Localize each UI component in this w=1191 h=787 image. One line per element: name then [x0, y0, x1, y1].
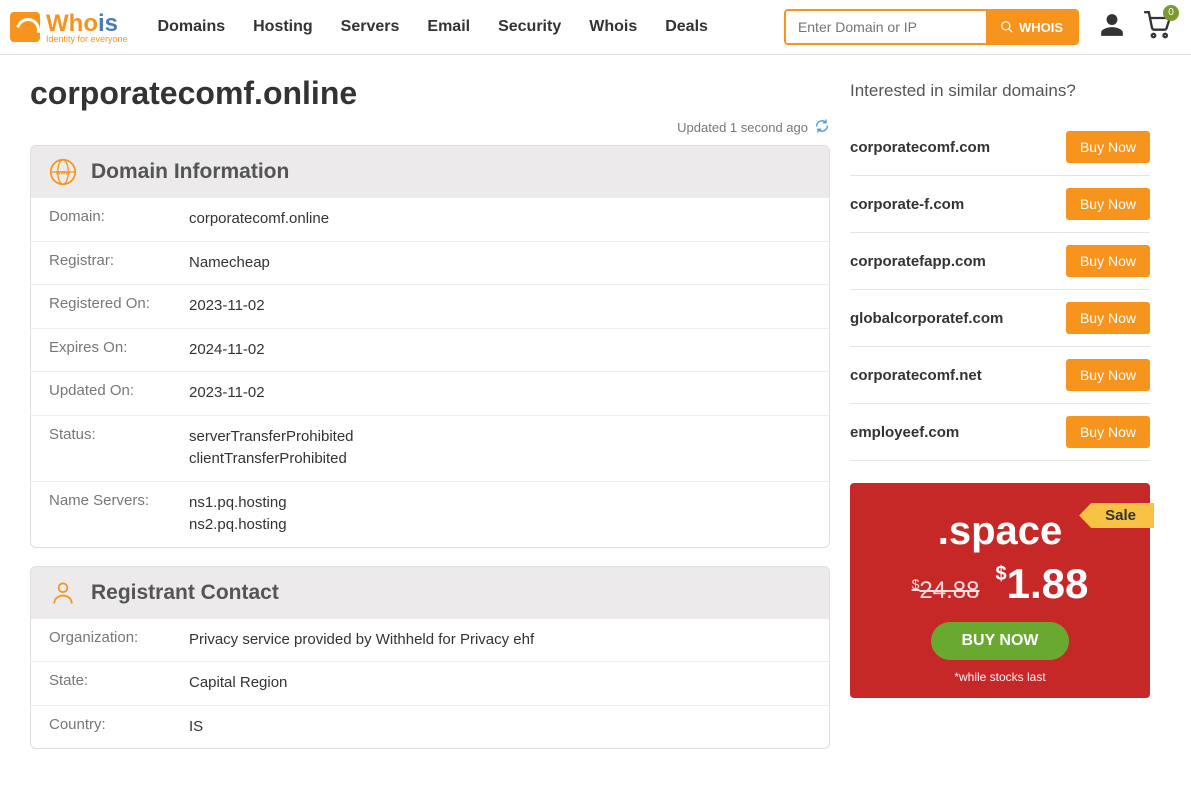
- info-label: Organization:: [49, 629, 189, 652]
- updated-text: Updated 1 second ago: [677, 120, 808, 135]
- nav-deals[interactable]: Deals: [665, 18, 708, 36]
- logo-text: Whois: [46, 10, 118, 37]
- info-row: Updated On:2023-11-02: [31, 371, 829, 415]
- info-label: State:: [49, 672, 189, 695]
- svg-text:www: www: [55, 170, 71, 177]
- promo-box: Sale .space $24.88 $1.88 BUY NOW *while …: [850, 483, 1150, 698]
- search-bar: WHOIS 0: [784, 9, 1181, 45]
- promo-new-price: $1.88: [995, 560, 1088, 608]
- domain-info-title: Domain Information: [91, 160, 289, 184]
- info-row: Registered On:2023-11-02: [31, 284, 829, 328]
- nav-email[interactable]: Email: [427, 18, 470, 36]
- info-value: corporatecomf.online: [189, 208, 811, 231]
- info-label: Name Servers:: [49, 492, 189, 537]
- similar-title: Interested in similar domains?: [850, 81, 1150, 101]
- info-value: serverTransferProhibitedclientTransferPr…: [189, 426, 811, 471]
- similar-row: corporatefapp.com Buy Now: [850, 233, 1150, 290]
- similar-domain: corporatecomf.com: [850, 139, 990, 156]
- nav-hosting[interactable]: Hosting: [253, 18, 313, 36]
- info-row: Organization:Privacy service provided by…: [31, 619, 829, 662]
- info-row: Status:serverTransferProhibitedclientTra…: [31, 415, 829, 481]
- promo-old-price: $24.88: [912, 576, 980, 605]
- info-row: Name Servers:ns1.pq.hostingns2.pq.hostin…: [31, 481, 829, 547]
- updated-row: Updated 1 second ago: [30, 118, 830, 137]
- info-value: 2023-11-02: [189, 295, 811, 318]
- cart-icon[interactable]: 0: [1143, 11, 1171, 44]
- info-row: Domain:corporatecomf.online: [31, 198, 829, 241]
- buy-now-button[interactable]: Buy Now: [1066, 188, 1150, 220]
- nav-servers[interactable]: Servers: [341, 18, 400, 36]
- similar-domain: globalcorporatef.com: [850, 310, 1003, 327]
- registrant-title: Registrant Contact: [91, 581, 279, 605]
- info-label: Registered On:: [49, 295, 189, 318]
- cart-badge: 0: [1163, 5, 1179, 21]
- nav-whois[interactable]: Whois: [589, 18, 637, 36]
- user-icon[interactable]: [1099, 12, 1125, 43]
- buy-now-button[interactable]: Buy Now: [1066, 416, 1150, 448]
- info-value: 2024-11-02: [189, 339, 811, 362]
- buy-now-button[interactable]: Buy Now: [1066, 131, 1150, 163]
- info-value: ns1.pq.hostingns2.pq.hosting: [189, 492, 811, 537]
- info-label: Expires On:: [49, 339, 189, 362]
- search-button-label: WHOIS: [1019, 20, 1063, 35]
- buy-now-button[interactable]: Buy Now: [1066, 245, 1150, 277]
- info-label: Updated On:: [49, 382, 189, 405]
- www-icon: www: [49, 158, 77, 186]
- similar-row: corporate-f.com Buy Now: [850, 176, 1150, 233]
- page-title: corporatecomf.online: [30, 75, 830, 112]
- person-icon: [49, 579, 77, 607]
- similar-domain: corporatecomf.net: [850, 367, 982, 384]
- info-row: Expires On:2024-11-02: [31, 328, 829, 372]
- info-row: Registrar:Namecheap: [31, 241, 829, 285]
- search-input[interactable]: [786, 11, 986, 43]
- info-value: Namecheap: [189, 252, 811, 275]
- info-row: Country:IS: [31, 705, 829, 749]
- header: Whois Identity for everyone Domains Host…: [0, 0, 1191, 55]
- promo-note: *while stocks last: [870, 670, 1130, 684]
- similar-row: globalcorporatef.com Buy Now: [850, 290, 1150, 347]
- logo[interactable]: Whois Identity for everyone: [10, 10, 128, 44]
- info-value: Privacy service provided by Withheld for…: [189, 629, 811, 652]
- nav-domains[interactable]: Domains: [158, 18, 226, 36]
- main-nav: Domains Hosting Servers Email Security W…: [158, 18, 708, 36]
- similar-row: corporatecomf.com Buy Now: [850, 119, 1150, 176]
- info-label: Registrar:: [49, 252, 189, 275]
- info-value: 2023-11-02: [189, 382, 811, 405]
- search-button[interactable]: WHOIS: [986, 11, 1077, 43]
- search-icon: [1000, 20, 1014, 34]
- info-label: Domain:: [49, 208, 189, 231]
- similar-row: corporatecomf.net Buy Now: [850, 347, 1150, 404]
- sale-tag: Sale: [1079, 503, 1154, 528]
- similar-domain: corporatefapp.com: [850, 253, 986, 270]
- info-value: IS: [189, 716, 811, 739]
- registrant-panel: Registrant Contact Organization:Privacy …: [30, 566, 830, 750]
- logo-mark-icon: [10, 12, 40, 42]
- domain-info-panel: www Domain Information Domain:corporatec…: [30, 145, 830, 548]
- similar-domain: corporate-f.com: [850, 196, 964, 213]
- similar-domain: employeef.com: [850, 424, 959, 441]
- buy-now-button[interactable]: Buy Now: [1066, 359, 1150, 391]
- refresh-icon[interactable]: [814, 118, 830, 137]
- logo-tagline: Identity for everyone: [46, 34, 128, 44]
- info-label: Country:: [49, 716, 189, 739]
- promo-buy-button[interactable]: BUY NOW: [931, 622, 1068, 660]
- info-label: Status:: [49, 426, 189, 471]
- buy-now-button[interactable]: Buy Now: [1066, 302, 1150, 334]
- nav-security[interactable]: Security: [498, 18, 561, 36]
- similar-row: employeef.com Buy Now: [850, 404, 1150, 461]
- info-row: State:Capital Region: [31, 661, 829, 705]
- info-value: Capital Region: [189, 672, 811, 695]
